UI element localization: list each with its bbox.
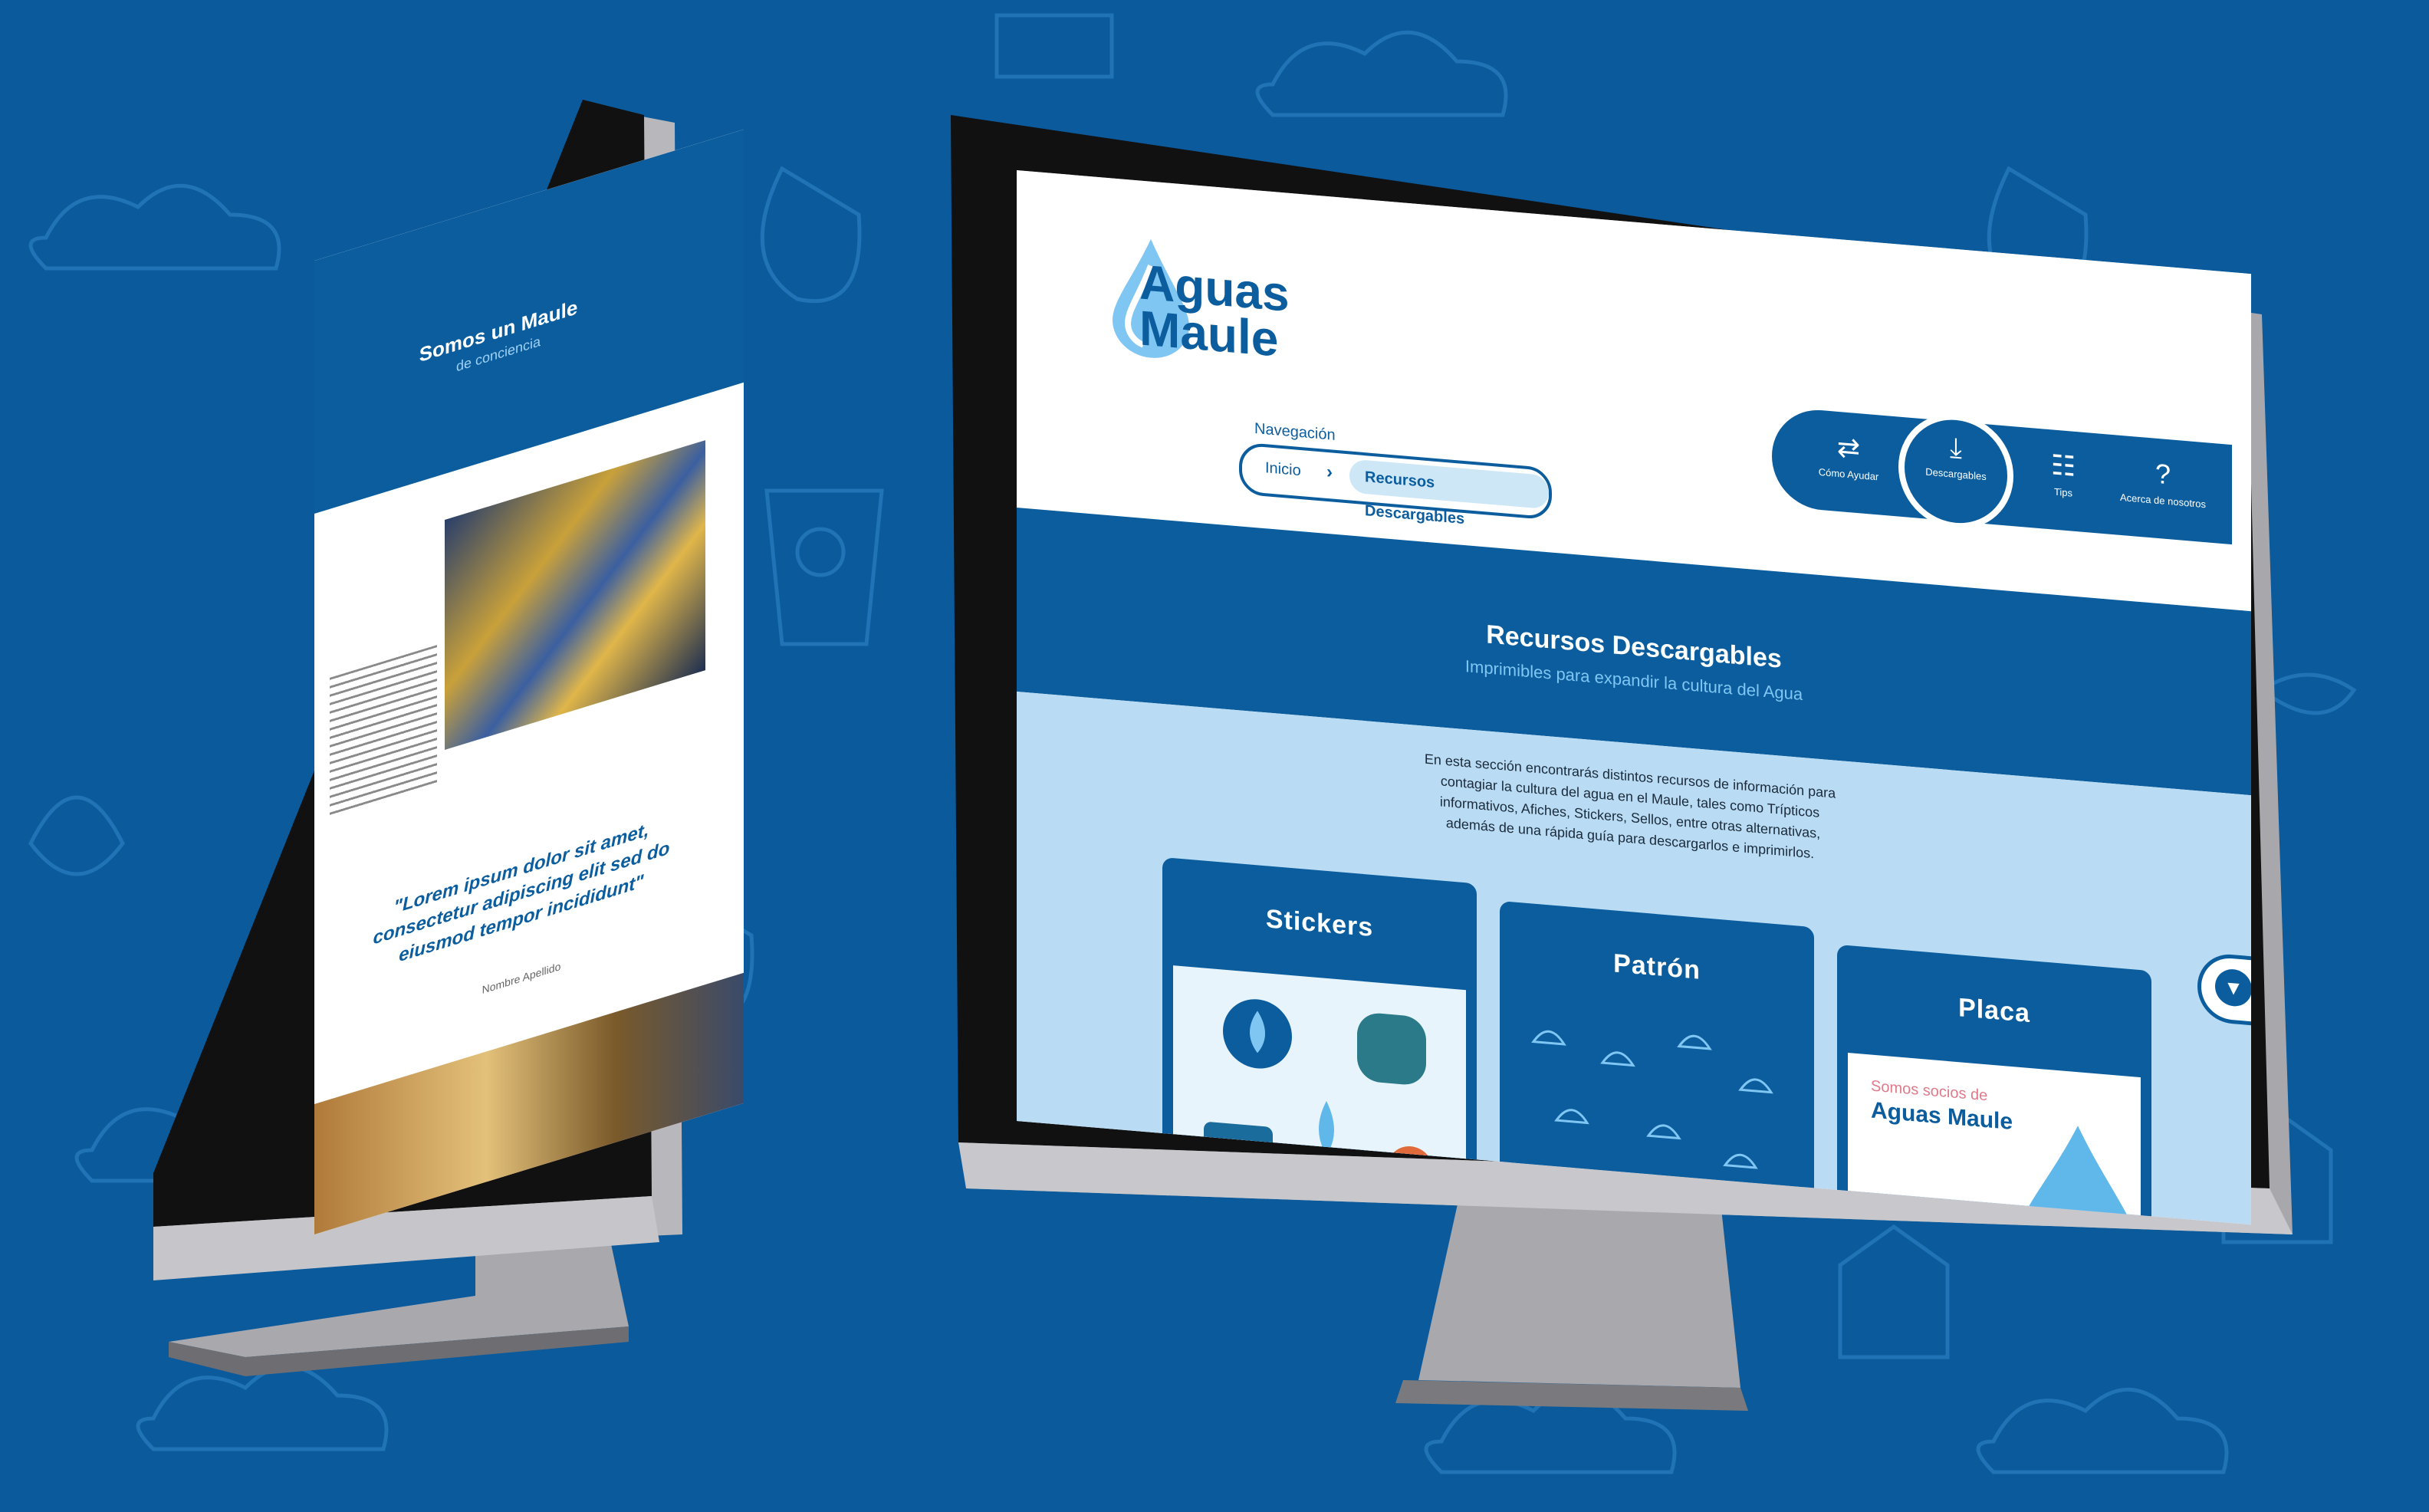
top-navigation: ⇄ Cómo Ayudar ⤓ Descargables ☷ Tips ? Ac… [1772, 406, 2232, 545]
nav-acerca[interactable]: ? Acerca de nosotros [2117, 443, 2209, 543]
chevron-down-icon: ▼ [2215, 968, 2251, 1008]
help-icon: ? [2155, 457, 2171, 491]
breadcrumb: Inicio › Recursos Descargables [1239, 442, 1552, 528]
left-photo [445, 440, 705, 751]
right-screen-content: Aguas Maule Navegación Inicio › Recursos… [1017, 170, 2251, 1225]
left-screen-content: Somos un Maule de conciencia "Lorem ipsu… [314, 129, 744, 1235]
nav-label: Cómo Ayudar [1818, 465, 1879, 483]
left-quote: "Lorem ipsum dolor sit amet, consectetur… [373, 819, 670, 967]
nav-label: Tips [2053, 485, 2073, 499]
nav-label: Descargables [1925, 465, 1987, 483]
card-title: Placa [1958, 993, 2030, 1029]
navigation-label: Navegación [1254, 420, 1336, 444]
placa-line2: Aguas Maule [1871, 1097, 2013, 1136]
nav-tips[interactable]: ☷ Tips [2017, 435, 2109, 534]
download-icon: ⤓ [1950, 431, 1962, 464]
nav-como-ayudar[interactable]: ⇄ Cómo Ayudar [1803, 416, 1895, 516]
chat-icon: ☷ [2050, 449, 2076, 482]
card-title: Patrón [1613, 948, 1701, 985]
card-title: Stickers [1265, 904, 1374, 943]
breadcrumb-home-link[interactable]: Inicio [1265, 459, 1301, 480]
nav-label: Acerca de nosotros [2119, 491, 2206, 511]
intro-text: En esta sección encontrarás distintos re… [1424, 751, 1836, 862]
left-paragraph [330, 645, 437, 816]
left-monitor: Somos un Maule de conciencia "Lorem ipsu… [153, 100, 744, 1403]
nav-descargables[interactable]: ⤓ Descargables [1898, 409, 2013, 534]
scroll-down-button[interactable]: ▼ [2197, 952, 2251, 1027]
logo-text-line2: Maule [1139, 300, 1279, 367]
aguas-maule-logo[interactable]: Aguas Maule [1109, 224, 1293, 393]
handshake-icon: ⇄ [1836, 430, 1861, 465]
breadcrumb-current: Recursos Descargables [1349, 459, 1549, 528]
breadcrumb-separator: › [1326, 461, 1333, 483]
right-monitor: Aguas Maule Navegación Inicio › Recursos… [943, 115, 2308, 1418]
card-placa[interactable]: Placa Somos socios de Aguas Maule [1837, 944, 2151, 1225]
